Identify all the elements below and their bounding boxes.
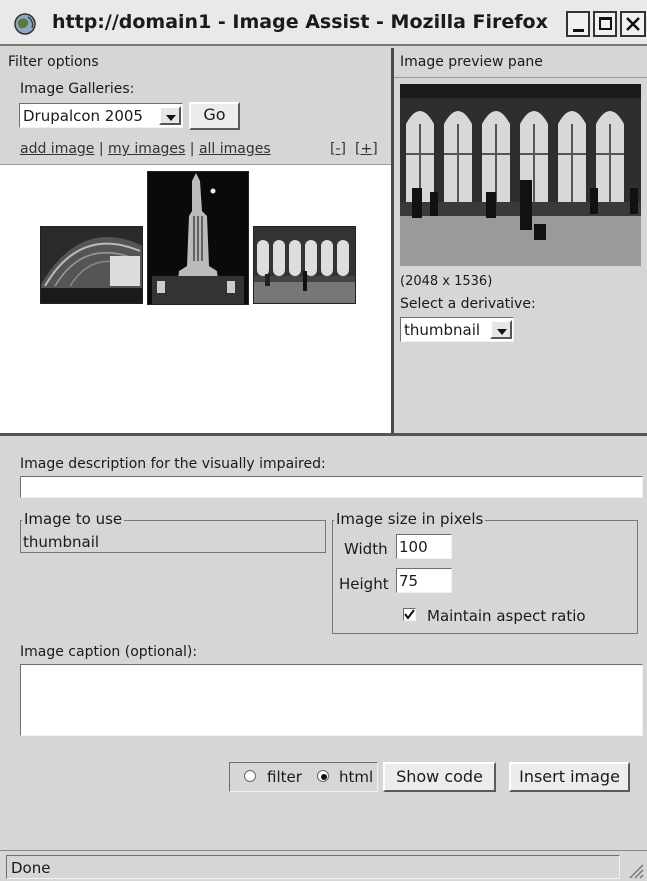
show-code-button[interactable]: Show code bbox=[383, 762, 496, 792]
add-image-link[interactable]: add image bbox=[20, 141, 94, 157]
preview-image bbox=[400, 84, 641, 266]
galleries-label: Image Galleries: bbox=[20, 81, 135, 97]
html-radio[interactable] bbox=[317, 770, 329, 782]
title-bar: http://domain1 - Image Assist - Mozilla … bbox=[0, 0, 647, 46]
aspect-ratio-label: Maintain aspect ratio bbox=[427, 607, 586, 625]
filter-radio[interactable] bbox=[244, 770, 256, 782]
chevron-down-icon[interactable] bbox=[159, 106, 181, 125]
image-size-legend: Image size in pixels bbox=[334, 510, 486, 528]
firefox-globe-icon bbox=[14, 13, 36, 35]
window-title: http://domain1 - Image Assist - Mozilla … bbox=[52, 11, 548, 33]
thumbnail-station-arches[interactable] bbox=[40, 226, 143, 304]
description-label: Image description for the visually impai… bbox=[20, 456, 326, 472]
description-input[interactable] bbox=[20, 476, 643, 498]
chevron-down-icon[interactable] bbox=[490, 320, 512, 339]
status-bar: Done bbox=[0, 850, 647, 881]
aspect-ratio-checkbox[interactable] bbox=[403, 608, 416, 621]
expand-link[interactable]: [+] bbox=[355, 141, 378, 157]
thumbnail-area bbox=[0, 164, 391, 433]
resize-grip-icon[interactable] bbox=[626, 861, 644, 879]
gallery-select-value: Drupalcon 2005 bbox=[23, 107, 143, 125]
preview-pane: Image preview pane (2048 x 1536) Select … bbox=[394, 48, 647, 433]
height-input[interactable]: 75 bbox=[396, 568, 452, 593]
link-separator: | bbox=[189, 141, 195, 157]
all-images-link[interactable]: all images bbox=[199, 141, 271, 157]
status-text: Done bbox=[11, 859, 51, 877]
insert-form: Image description for the visually impai… bbox=[0, 436, 647, 849]
filter-radio-label: filter bbox=[267, 768, 302, 786]
insert-image-button[interactable]: Insert image bbox=[509, 762, 630, 792]
image-links: add image | my images | all images bbox=[20, 141, 271, 157]
close-icon bbox=[626, 17, 640, 31]
preview-divider bbox=[394, 77, 647, 78]
close-button[interactable] bbox=[620, 11, 646, 37]
image-dimensions: (2048 x 1536) bbox=[400, 274, 493, 289]
filter-pane: Filter options Image Galleries: Drupalco… bbox=[0, 48, 391, 433]
image-to-use-fieldset: Image to use thumbnail bbox=[20, 510, 326, 553]
caption-textarea[interactable] bbox=[20, 664, 643, 736]
image-to-use-value: thumbnail bbox=[23, 533, 100, 551]
derivative-label: Select a derivative: bbox=[400, 296, 536, 312]
height-label: Height bbox=[339, 575, 389, 593]
collapse-link[interactable]: [-] bbox=[330, 141, 346, 157]
derivative-select[interactable]: thumbnail bbox=[400, 317, 514, 342]
minimize-button[interactable] bbox=[566, 11, 590, 37]
go-button[interactable]: Go bbox=[189, 102, 240, 130]
gallery-select[interactable]: Drupalcon 2005 bbox=[19, 103, 183, 128]
minimize-icon bbox=[573, 29, 584, 32]
my-images-link[interactable]: my images bbox=[108, 141, 185, 157]
image-size-fieldset: Image size in pixels Width 100 Height 75… bbox=[332, 510, 638, 634]
width-label: Width bbox=[344, 540, 388, 558]
html-radio-label: html bbox=[339, 768, 374, 786]
thumbnail-night-tower[interactable] bbox=[147, 171, 249, 305]
filter-options-heading: Filter options bbox=[8, 54, 99, 70]
preview-pane-heading: Image preview pane bbox=[400, 54, 543, 70]
caption-label: Image caption (optional): bbox=[20, 644, 198, 660]
maximize-button[interactable] bbox=[593, 11, 617, 37]
maximize-icon bbox=[599, 17, 612, 30]
status-panel: Done bbox=[6, 855, 620, 879]
image-to-use-legend: Image to use bbox=[22, 510, 125, 528]
derivative-select-value: thumbnail bbox=[404, 321, 481, 339]
link-separator: | bbox=[98, 141, 104, 157]
mode-radio-group: filter html bbox=[229, 762, 378, 792]
thumbnail-arched-hall[interactable] bbox=[253, 226, 356, 304]
width-input[interactable]: 100 bbox=[396, 534, 452, 559]
checkmark-icon bbox=[404, 609, 415, 620]
